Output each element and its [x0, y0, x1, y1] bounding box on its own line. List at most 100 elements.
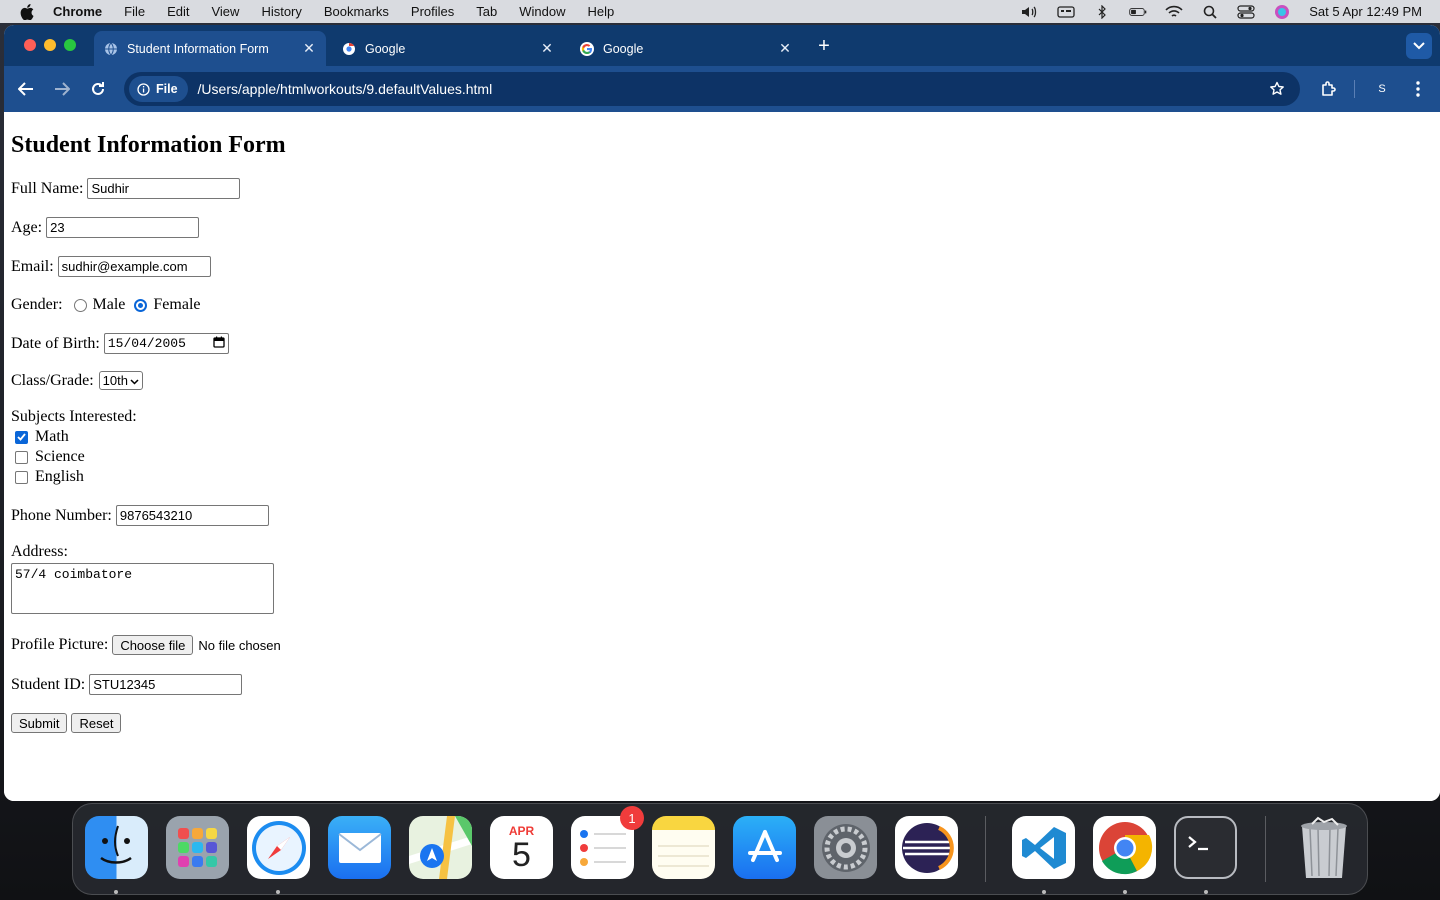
url-text[interactable]: /Users/apple/htmlworkouts/9.defaultValue… — [198, 81, 493, 97]
subject-science-row: Science — [11, 448, 85, 466]
calendar-picker-icon[interactable] — [213, 336, 225, 352]
chrome-icon[interactable] — [1093, 816, 1156, 879]
menu-tab[interactable]: Tab — [476, 4, 497, 19]
bookmark-star-icon[interactable] — [1268, 80, 1286, 98]
phone-label: Phone Number: — [11, 506, 112, 524]
dob-value: 15/04/2005 — [107, 336, 186, 351]
dock-separator — [985, 816, 986, 882]
phone-input[interactable]: 9876543210 — [115, 505, 269, 526]
zoom-window-button[interactable] — [64, 39, 76, 51]
forward-arrow-icon[interactable] — [52, 79, 72, 99]
choose-file-button[interactable]: Choose file — [112, 635, 194, 655]
running-indicator — [276, 890, 280, 894]
address-heading-row: Address: — [11, 543, 68, 561]
tab-google-2[interactable]: Google ✕ — [570, 31, 802, 66]
eclipse-icon[interactable] — [895, 816, 958, 879]
window-controls — [24, 39, 76, 51]
terminal-icon[interactable] — [1174, 816, 1237, 879]
safari-icon[interactable] — [247, 816, 310, 879]
dob-date-input[interactable]: 15/04/2005 — [103, 333, 229, 354]
address-label: Address: — [11, 543, 68, 560]
address-bar[interactable]: File /Users/apple/htmlworkouts/9.default… — [124, 72, 1300, 106]
full-name-label: Full Name: — [11, 179, 84, 197]
minimize-window-button[interactable] — [44, 39, 56, 51]
page-content: Student Information Form Full Name: Sudh… — [4, 112, 1440, 801]
gender-female-radio[interactable] — [134, 298, 148, 312]
reminders-icon[interactable]: 1 — [571, 806, 644, 879]
globe-icon — [104, 42, 118, 56]
address-textarea[interactable]: 57/4 coimbatore — [11, 563, 274, 614]
gender-male-radio[interactable] — [73, 298, 87, 312]
bluetooth-icon[interactable] — [1093, 4, 1111, 19]
battery-icon[interactable] — [1129, 5, 1147, 19]
menu-view[interactable]: View — [211, 4, 239, 19]
gender-female-label: Female — [153, 296, 201, 313]
finder-icon[interactable] — [85, 816, 148, 879]
tab-student-information-form[interactable]: Student Information Form ✕ — [94, 31, 326, 66]
subject-science-checkbox[interactable] — [15, 450, 28, 464]
reset-button[interactable]: Reset — [71, 713, 122, 733]
maps-icon[interactable] — [409, 816, 472, 879]
email-input[interactable]: sudhir@example.com — [57, 256, 211, 277]
system-settings-icon[interactable] — [814, 816, 877, 879]
tab-google-1[interactable]: Google ✕ — [332, 31, 564, 66]
menubar-clock[interactable]: Sat 5 Apr 12:49 PM — [1309, 4, 1422, 19]
class-label: Class/Grade: — [11, 371, 94, 389]
full-name-input[interactable]: Sudhir — [87, 178, 241, 199]
student-id-input[interactable]: STU12345 — [89, 674, 243, 695]
trash-icon[interactable] — [1292, 816, 1355, 879]
spotlight-search-icon[interactable] — [1201, 5, 1219, 19]
site-info-chip[interactable]: File — [129, 76, 188, 102]
control-center-icon[interactable] — [1237, 4, 1255, 19]
menu-edit[interactable]: Edit — [167, 4, 189, 19]
new-tab-plus-icon[interactable]: + — [814, 35, 834, 58]
student-id-row: Student ID: STU12345 — [11, 674, 243, 695]
chevron-down-icon — [130, 373, 139, 388]
macos-menu-bar: Chrome File Edit View History Bookmarks … — [0, 0, 1440, 23]
subject-english-row: English — [11, 468, 84, 486]
tab-search-chevron-icon[interactable] — [1406, 33, 1432, 59]
menu-profiles[interactable]: Profiles — [411, 4, 454, 19]
subjects-heading-row: Subjects Interested: — [11, 408, 137, 426]
subject-english-checkbox[interactable] — [15, 470, 28, 484]
chrome-window: Student Information Form ✕ Google ✕ Goog… — [4, 25, 1440, 801]
mail-icon[interactable] — [328, 816, 391, 879]
running-indicator — [1123, 890, 1127, 894]
menu-help[interactable]: Help — [588, 4, 615, 19]
notes-icon[interactable] — [652, 816, 715, 879]
subject-math-checkbox[interactable] — [15, 430, 28, 444]
profile-avatar[interactable]: S — [1371, 78, 1393, 100]
menu-window[interactable]: Window — [519, 4, 565, 19]
vscode-icon[interactable] — [1012, 816, 1075, 879]
extensions-puzzle-icon[interactable] — [1318, 78, 1340, 100]
menu-file[interactable]: File — [124, 4, 145, 19]
subject-math-label: Math — [35, 428, 69, 445]
more-vertical-icon[interactable] — [1408, 78, 1428, 100]
tab-close-icon[interactable]: ✕ — [540, 40, 554, 57]
app-store-icon[interactable] — [733, 816, 796, 879]
wifi-icon[interactable] — [1165, 5, 1183, 19]
class-select[interactable]: 10th — [98, 371, 143, 390]
menu-bookmarks[interactable]: Bookmarks — [324, 4, 389, 19]
tab-label: Google — [603, 41, 644, 56]
age-input[interactable]: 23 — [46, 217, 200, 238]
close-window-button[interactable] — [24, 39, 36, 51]
submit-button[interactable]: Submit — [11, 713, 68, 733]
menu-chrome[interactable]: Chrome — [53, 4, 102, 19]
email-label: Email: — [11, 257, 54, 275]
reminders-badge: 1 — [620, 806, 644, 830]
launchpad-icon[interactable] — [166, 816, 229, 879]
volume-icon[interactable] — [1021, 5, 1039, 19]
reload-icon[interactable] — [88, 79, 108, 99]
back-arrow-icon[interactable] — [16, 79, 36, 99]
menu-history[interactable]: History — [261, 4, 301, 19]
tab-close-icon[interactable]: ✕ — [302, 40, 316, 57]
subject-english-label: English — [35, 468, 84, 485]
tab-label: Google — [365, 41, 406, 56]
calendar-icon[interactable]: APR 5 — [490, 816, 553, 879]
info-icon — [137, 82, 150, 96]
keyboard-input-icon[interactable] — [1057, 5, 1075, 19]
siri-icon[interactable] — [1273, 4, 1291, 19]
tab-close-icon[interactable]: ✕ — [778, 40, 792, 57]
apple-logo-icon[interactable] — [19, 3, 35, 20]
